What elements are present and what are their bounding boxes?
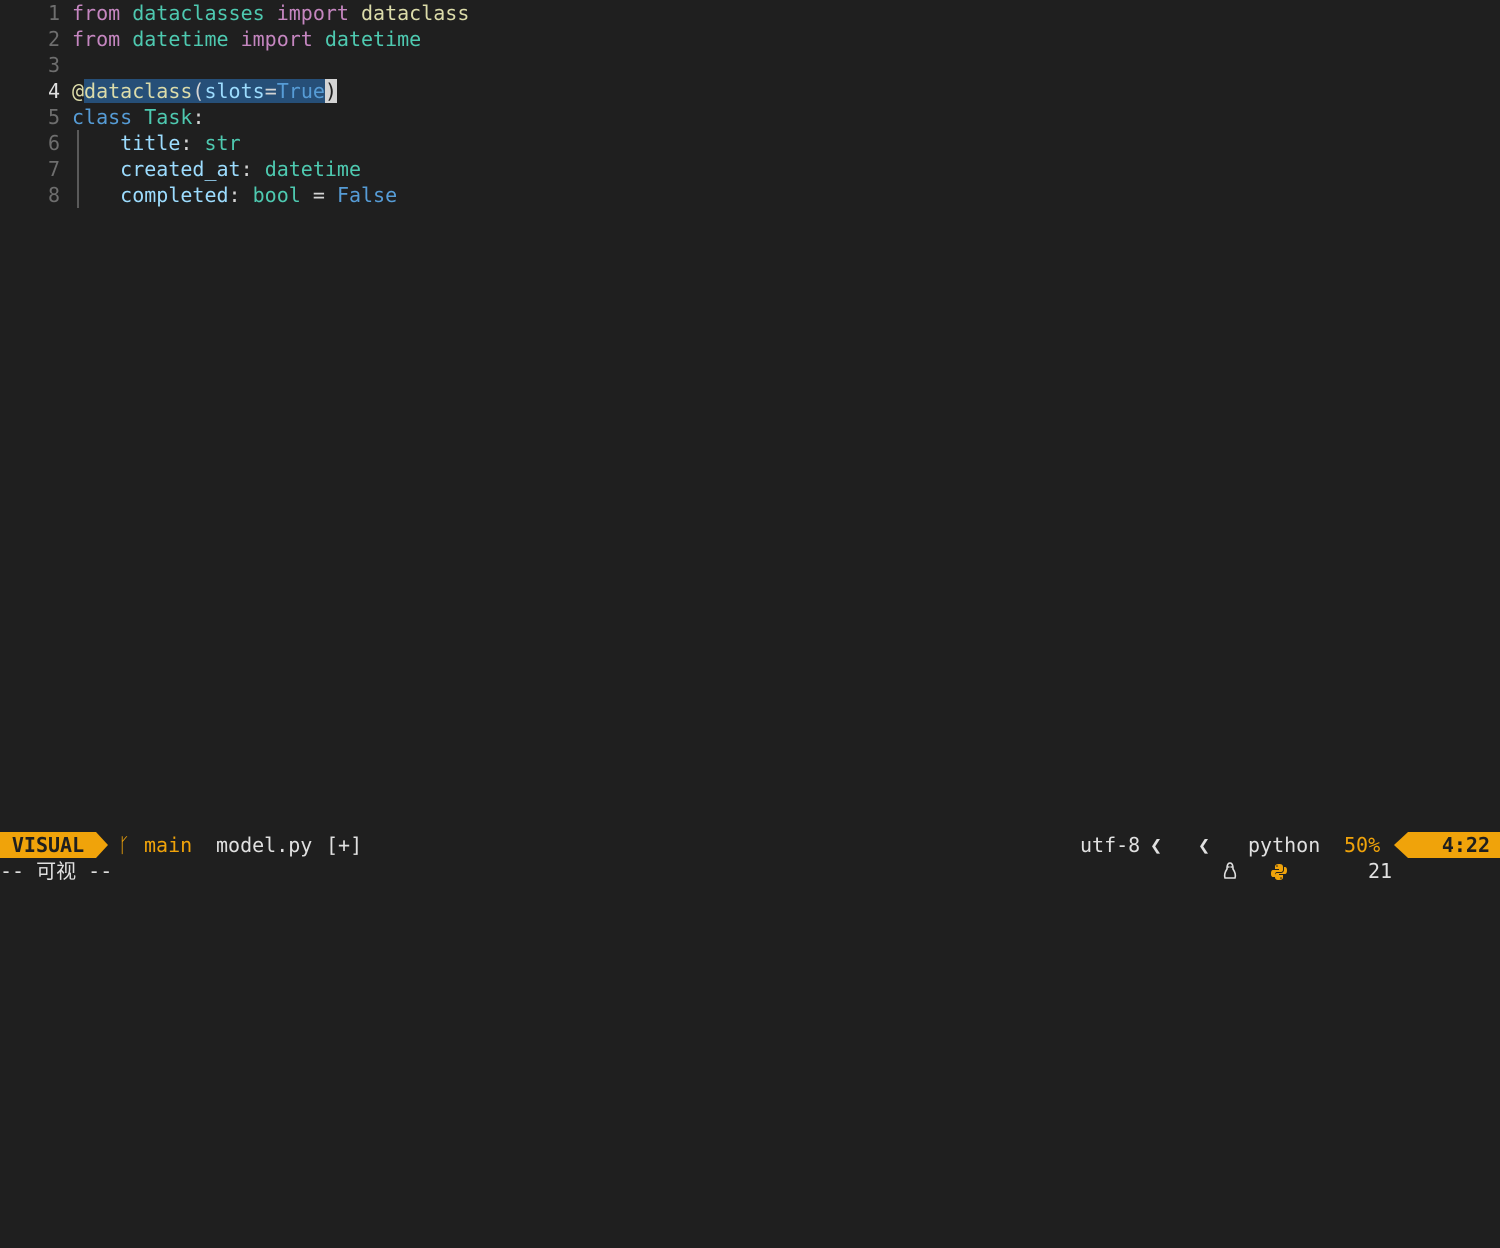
code-token: str bbox=[204, 131, 241, 155]
code-token: datetime bbox=[324, 27, 422, 51]
code-token: bool bbox=[252, 183, 301, 207]
code-token: : bbox=[192, 105, 205, 129]
code-token: = bbox=[264, 79, 277, 103]
mode-separator-arrow bbox=[96, 832, 108, 858]
modified-flag: [+] bbox=[326, 833, 363, 857]
code-token: datetime bbox=[264, 157, 362, 181]
line-number: 7 bbox=[47, 157, 60, 181]
code-token: True bbox=[276, 79, 325, 103]
code-token: datetime bbox=[132, 27, 229, 51]
code-token: import bbox=[276, 1, 349, 25]
code-token: from bbox=[72, 1, 121, 25]
separator-icon: ❮ bbox=[1150, 833, 1163, 857]
code-token: import bbox=[240, 27, 313, 51]
code-line[interactable]: 3 bbox=[0, 52, 1500, 78]
line-number: 1 bbox=[47, 1, 60, 25]
line-number: 8 bbox=[47, 183, 60, 207]
line-number: 3 bbox=[47, 53, 60, 77]
cursor-position: 4:22 bbox=[1408, 832, 1500, 858]
code-token: class bbox=[72, 105, 133, 129]
code-text: title: str bbox=[72, 130, 241, 156]
line-number: 6 bbox=[47, 131, 60, 155]
code-line[interactable]: 6 title: str bbox=[0, 130, 1500, 156]
code-token: Task bbox=[144, 105, 193, 129]
file-encoding: utf-8 bbox=[1080, 833, 1141, 857]
code-text: from dataclasses import dataclass bbox=[72, 0, 469, 26]
code-line[interactable]: 4 @dataclass(slots=True) bbox=[0, 78, 1500, 104]
code-token: created_at bbox=[120, 157, 241, 181]
branch-name: main bbox=[144, 833, 193, 857]
code-token: : bbox=[228, 183, 253, 207]
code-token: False bbox=[336, 183, 398, 207]
code-token: slots bbox=[204, 79, 265, 103]
code-line[interactable]: 2 from datetime import datetime bbox=[0, 26, 1500, 52]
code-text: class Task: bbox=[72, 104, 204, 130]
code-token: completed bbox=[120, 183, 229, 207]
separator-icon: ❮ bbox=[1198, 833, 1211, 857]
line-number: 4 bbox=[47, 79, 60, 103]
code-text: completed: bool = False bbox=[72, 182, 397, 208]
file-type: python bbox=[1248, 833, 1321, 857]
code-token: dataclass bbox=[84, 79, 193, 103]
code-token: ) bbox=[324, 79, 337, 103]
command-line[interactable]: -- 可视 -- 21 bbox=[0, 858, 1500, 885]
code-token: : bbox=[240, 157, 265, 181]
code-line[interactable]: 5 class Task: bbox=[0, 104, 1500, 130]
position-separator-arrow bbox=[1394, 832, 1408, 858]
statusline: VISUAL ᚴ main model.py [+] utf-8 ❮ ❮ pyt… bbox=[0, 832, 1500, 880]
code-token: : bbox=[180, 131, 205, 155]
code-line[interactable]: 8 completed: bool = False bbox=[0, 182, 1500, 208]
code-token: title bbox=[120, 131, 181, 155]
editor-pane[interactable]: 1 from dataclasses import dataclass 2 from … bbox=[0, 0, 1500, 832]
code-text: from datetime import datetime bbox=[72, 26, 421, 52]
mode-message: -- 可视 -- bbox=[0, 859, 113, 883]
selection-count: 21 bbox=[1368, 859, 1393, 883]
code-line[interactable]: 7 created_at: datetime bbox=[0, 156, 1500, 182]
code-token: ( bbox=[192, 79, 205, 103]
line-number: 2 bbox=[47, 27, 60, 51]
code-text: created_at: datetime bbox=[72, 156, 361, 182]
code-text: @dataclass(slots=True) bbox=[72, 78, 337, 104]
git-branch-icon: ᚴ bbox=[118, 833, 130, 857]
scroll-percent: 50% bbox=[1344, 833, 1381, 857]
code-token: dataclasses bbox=[132, 1, 265, 25]
code-line[interactable]: 1 from dataclasses import dataclass bbox=[0, 0, 1500, 26]
file-name: model.py bbox=[216, 833, 313, 857]
code-token: = bbox=[300, 183, 337, 207]
line-number: 5 bbox=[47, 105, 60, 129]
code-token: dataclass bbox=[361, 1, 470, 25]
code-token: @ bbox=[72, 79, 85, 103]
code-token: from bbox=[72, 27, 121, 51]
mode-indicator: VISUAL bbox=[0, 832, 96, 858]
